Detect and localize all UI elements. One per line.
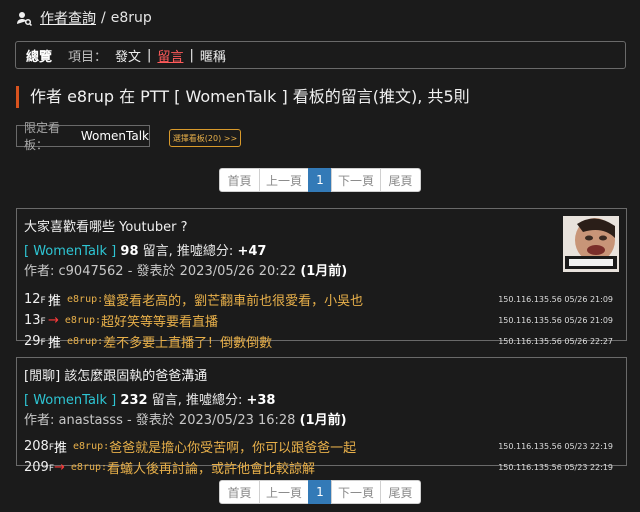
push-content: 爸爸就是擔心你受苦啊，你可以跟爸爸一起 <box>109 441 357 456</box>
comment-label: 留言, 推噓總分: <box>151 393 243 408</box>
tab-comments[interactable]: 留言 <box>157 46 183 65</box>
push-content: 看蟻人後再討論，或許他會比較諒解 <box>107 462 316 477</box>
tab-separator: | <box>147 47 152 63</box>
push-tag: 推 <box>54 441 68 456</box>
tab-nicknames[interactable]: 暱稱 <box>200 46 226 65</box>
comment-label: 留言, 推噓總分: <box>142 244 234 259</box>
push-floor: 209F <box>24 460 55 475</box>
push-floor: 12F <box>24 292 46 307</box>
post-title[interactable]: [閒聊] 該怎麼跟固執的爸爸溝通 <box>24 365 619 384</box>
push-row: 209F → e8rup: 看蟻人後再討論，或許他會比較諒解 150.116.1… <box>24 457 619 478</box>
comment-count: 98 <box>120 244 139 259</box>
select-board-button[interactable]: 選擇看板(20) >> <box>169 129 241 147</box>
arrow-tag: → <box>48 313 59 328</box>
page-next-button[interactable]: 下一頁 <box>331 168 381 192</box>
page-current-button[interactable]: 1 <box>308 480 332 504</box>
post-author-line: 作者: c9047562 - 發表於 2023/05/26 20:22 (1月前… <box>24 260 619 279</box>
board-filter-label: 限定看板： <box>24 121 61 152</box>
breadcrumb: 作者查詢 / e8rup <box>0 0 640 36</box>
page-first-button[interactable]: 首頁 <box>219 168 260 192</box>
push-ip-datetime: 150.116.135.56 05/23 22:19 <box>498 442 613 451</box>
push-floor: 208F <box>24 439 55 454</box>
push-user[interactable]: e8rup: <box>67 294 103 305</box>
pagination-top: 首頁 上一頁 1 下一頁 尾頁 <box>219 168 421 192</box>
breadcrumb-separator: / <box>101 10 106 26</box>
author-search-link[interactable]: 作者查詢 <box>40 8 96 28</box>
tab-overview[interactable]: 總覽 <box>26 46 52 65</box>
relative-time: (1月前) <box>300 264 348 279</box>
page-last-button[interactable]: 尾頁 <box>380 168 421 192</box>
tab-posts[interactable]: 發文 <box>115 46 141 65</box>
board-link[interactable]: [ WomenTalk ] <box>24 244 116 259</box>
page-last-button[interactable]: 尾頁 <box>380 480 421 504</box>
page-title: 作者 e8rup 在 PTT [ WomenTalk ] 看板的留言(推文), … <box>16 86 470 108</box>
push-score: +38 <box>246 393 276 408</box>
page-next-button[interactable]: 下一頁 <box>331 480 381 504</box>
push-floor: 29F <box>24 334 46 349</box>
push-user[interactable]: e8rup: <box>73 441 109 452</box>
push-tag: 推 <box>48 294 62 309</box>
page-current-button[interactable]: 1 <box>308 168 332 192</box>
push-floor: 13F <box>24 313 46 328</box>
push-row: 208F 推 e8rup: 爸爸就是擔心你受苦啊，你可以跟爸爸一起 150.11… <box>24 436 619 457</box>
page-prev-button[interactable]: 上一頁 <box>259 168 309 192</box>
push-content: 蠻愛看老高的，劉芒翻車前也很愛看，小吳也 <box>103 294 364 309</box>
tab-separator: | <box>189 47 194 63</box>
youtuber-thumbnail-image[interactable] <box>563 216 619 272</box>
breadcrumb-current: e8rup <box>110 10 152 26</box>
push-user[interactable]: e8rup: <box>71 462 107 473</box>
push-content: 超好笑等等要看直播 <box>101 315 219 330</box>
page-prev-button[interactable]: 上一頁 <box>259 480 309 504</box>
push-ip-datetime: 150.116.135.56 05/26 21:09 <box>498 295 613 304</box>
author-date: 作者: c9047562 - 發表於 2023/05/26 20:22 <box>24 264 297 279</box>
push-row: 12F 推 e8rup: 蠻愛看老高的，劉芒翻車前也很愛看，小吳也 150.11… <box>24 289 619 310</box>
pagination-bottom: 首頁 上一頁 1 下一頁 尾頁 <box>219 480 421 504</box>
push-user[interactable]: e8rup: <box>65 315 101 326</box>
push-row: 29F 推 e8rup: 差不多要上直播了！倒數倒數 150.116.135.5… <box>24 331 619 352</box>
push-user[interactable]: e8rup: <box>67 336 103 347</box>
post-title[interactable]: 大家喜歡看哪些 Youtuber ? <box>24 216 619 235</box>
push-ip-datetime: 150.116.135.56 05/23 22:19 <box>498 463 613 472</box>
comment-count: 232 <box>120 393 148 408</box>
push-ip-datetime: 150.116.135.56 05/26 22:27 <box>498 337 613 346</box>
post-author-line: 作者: anastasss - 發表於 2023/05/23 16:28 (1月… <box>24 409 619 428</box>
user-search-icon <box>17 12 32 26</box>
page-first-button[interactable]: 首頁 <box>219 480 260 504</box>
push-content: 差不多要上直播了！倒數倒數 <box>103 336 273 351</box>
relative-time: (1月前) <box>299 413 347 428</box>
post-meta: [ WomenTalk ] 98 留言, 推噓總分: +47 <box>24 240 619 259</box>
board-filter-value: WomenTalk <box>80 129 149 143</box>
post-card: [閒聊] 該怎麼跟固執的爸爸溝通 [ WomenTalk ] 232 留言, 推… <box>16 357 627 477</box>
push-row: 13F → e8rup: 超好笑等等要看直播 150.116.135.56 05… <box>24 310 619 331</box>
arrow-tag: → <box>54 460 65 475</box>
push-score: +47 <box>237 244 267 259</box>
post-meta: [ WomenTalk ] 232 留言, 推噓總分: +38 <box>24 389 619 408</box>
board-link[interactable]: [ WomenTalk ] <box>24 393 116 408</box>
tab-bar: 總覽 項目： 發文 | 留言 | 暱稱 <box>15 41 626 69</box>
tab-label: 項目： <box>68 49 108 65</box>
post-card: 大家喜歡看哪些 Youtuber ? [ WomenTalk ] 98 留言, … <box>16 208 627 351</box>
board-filter: 限定看板： WomenTalk <box>16 121 150 152</box>
push-tag: 推 <box>48 336 62 351</box>
author-date: 作者: anastasss - 發表於 2023/05/23 16:28 <box>24 413 296 428</box>
push-ip-datetime: 150.116.135.56 05/26 21:09 <box>498 316 613 325</box>
